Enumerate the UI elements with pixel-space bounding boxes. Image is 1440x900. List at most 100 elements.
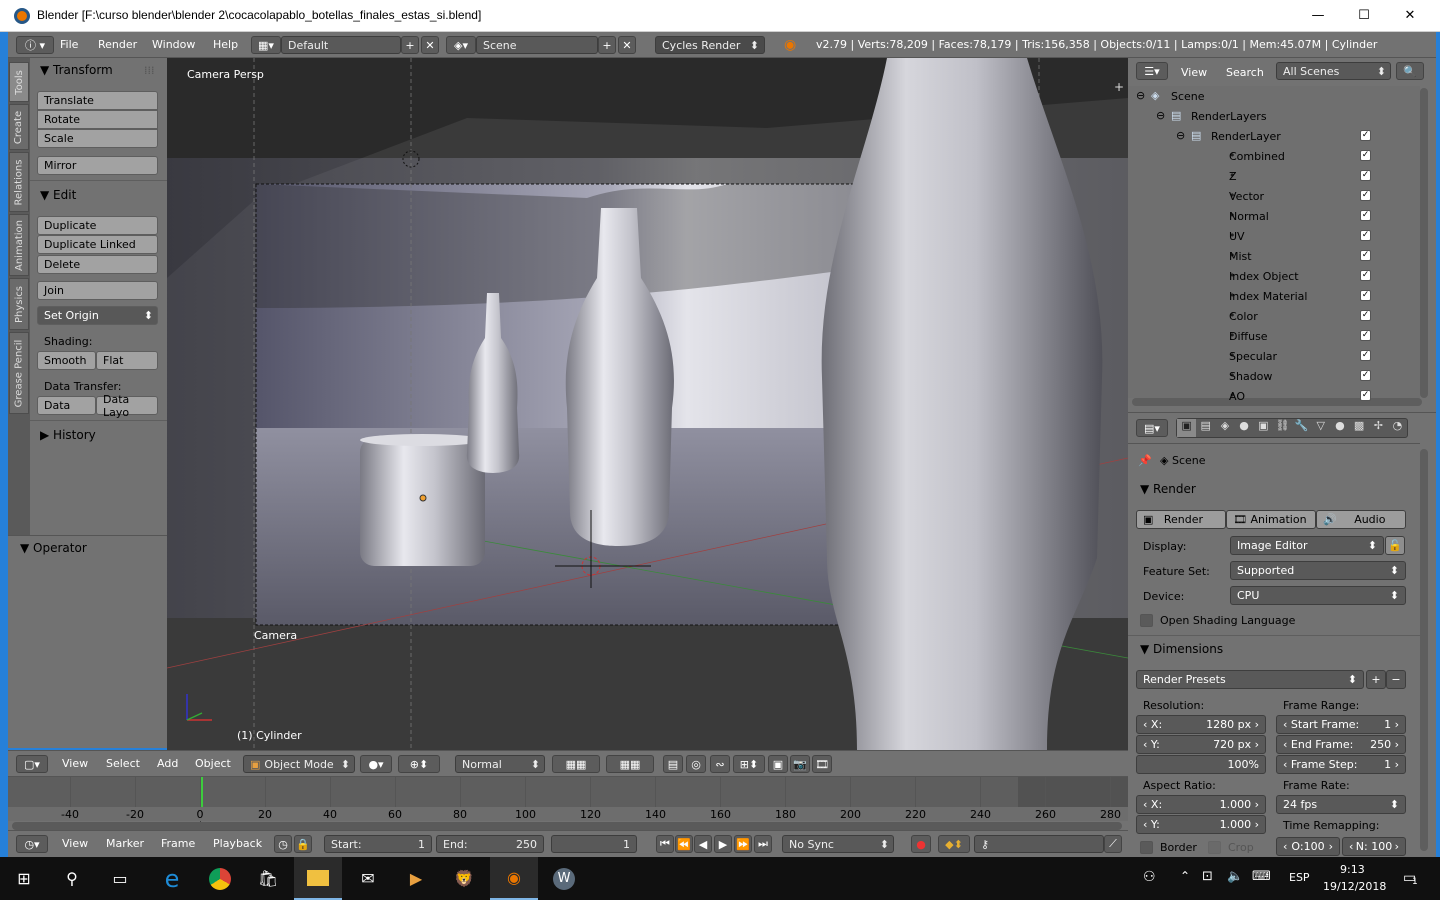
outliner-row[interactable]: • AO ✓ (1128, 386, 1420, 406)
pass-enabled-checkbox[interactable]: ✓ (1360, 370, 1371, 381)
outliner-row[interactable]: • Z ✓ (1128, 166, 1420, 186)
jump-keyframe-back-icon[interactable]: ⏪ (675, 835, 693, 853)
outliner-row[interactable]: • Specular ✓ (1128, 346, 1420, 366)
outliner-row[interactable]: • Vector ✓ (1128, 186, 1420, 206)
outliner-row[interactable]: • Combined ✓ (1128, 146, 1420, 166)
smooth-button[interactable]: Smooth (37, 351, 96, 370)
aspect-y-field[interactable]: ‹ Y: 1.000 › (1136, 815, 1266, 834)
add-preset-button[interactable]: + (1366, 670, 1386, 689)
menu-window[interactable]: Window (152, 38, 195, 51)
timeline-menu-frame[interactable]: Frame (161, 837, 195, 850)
minimize-button[interactable]: — (1295, 0, 1341, 31)
search-icon[interactable]: 🔍 (1396, 62, 1424, 80)
jump-end-icon[interactable]: ⏭ (754, 835, 772, 853)
pass-enabled-checkbox[interactable]: ✓ (1360, 310, 1371, 321)
timeline-menu-marker[interactable]: Marker (106, 837, 144, 850)
edit-panel-header[interactable]: ▼ Edit (40, 188, 76, 202)
menu-help[interactable]: Help (213, 38, 238, 51)
timeline-scrollbar[interactable] (12, 822, 1122, 830)
start-icon[interactable]: ⊞ (0, 857, 48, 900)
texture-tab-icon[interactable]: ▩ (1350, 419, 1369, 437)
lock-layers-icon[interactable]: ▤ (663, 755, 683, 773)
frame-rate-select[interactable]: 24 fps ⬍ (1276, 795, 1406, 814)
tab-tools[interactable]: Tools (9, 62, 29, 102)
pass-enabled-checkbox[interactable]: ✓ (1360, 210, 1371, 221)
add-layout-icon[interactable]: + (401, 36, 419, 54)
record-icon[interactable]: ● (911, 835, 931, 853)
display-select[interactable]: Image Editor ⬍ (1230, 536, 1384, 555)
duplicate-linked-button[interactable]: Duplicate Linked (37, 235, 158, 254)
brave-icon[interactable]: 🦁 (440, 857, 488, 900)
proportional-edit-icon[interactable]: ◎ (686, 755, 706, 773)
keyframe-insert-icon[interactable]: ⟋ (1104, 835, 1122, 853)
crop-checkbox[interactable] (1208, 841, 1221, 854)
world-tab-icon[interactable]: ● (1235, 419, 1254, 437)
remove-preset-button[interactable]: − (1386, 670, 1406, 689)
data-layout-button[interactable]: Data Layo (96, 393, 158, 419)
rotate-button[interactable]: Rotate (37, 110, 158, 129)
render-panel-header[interactable]: ▼ Render (1140, 482, 1196, 496)
lock-interface-icon[interactable]: 🔓 (1385, 536, 1405, 555)
operator-panel-header[interactable]: ▼ Operator (20, 541, 87, 555)
tray-chevron-icon[interactable]: ⌃ (1180, 869, 1190, 883)
end-frame-field[interactable]: End: 250 (436, 835, 544, 853)
render-button[interactable]: ▣ Render (1136, 510, 1226, 529)
pass-enabled-checkbox[interactable]: ✓ (1360, 390, 1371, 401)
outliner-row[interactable]: • Index Material ✓ (1128, 286, 1420, 306)
physics-tab-icon[interactable]: ◔ (1388, 419, 1407, 437)
timeline-menu-view[interactable]: View (62, 837, 88, 850)
set-origin-select[interactable]: Set Origin ⬍ (37, 306, 158, 325)
osl-checkbox[interactable] (1140, 614, 1153, 627)
data-tab-icon[interactable]: ▽ (1311, 419, 1330, 437)
snap-target-icon[interactable]: ⊞⬍ (733, 755, 765, 773)
current-frame-field[interactable]: 1 (551, 835, 637, 853)
timeline-menu-playback[interactable]: Playback (213, 837, 262, 850)
start-frame-field[interactable]: Start: 1 (324, 835, 432, 853)
add-scene-icon[interactable]: + (598, 36, 616, 54)
pass-enabled-checkbox[interactable]: ✓ (1360, 270, 1371, 281)
clock-date[interactable]: 19/12/2018 (1323, 880, 1386, 893)
audio-button[interactable]: 🔊 Audio (1316, 510, 1406, 529)
task-view-icon[interactable]: ▭ (96, 857, 144, 900)
wacom-icon[interactable]: W (540, 857, 588, 900)
translate-button[interactable]: Translate (37, 91, 158, 110)
constraints-tab-icon[interactable]: ⛓ (1273, 419, 1292, 437)
preview-range-icon[interactable]: ◷ (274, 835, 292, 853)
start-frame-field[interactable]: ‹ Start Frame: 1 › (1276, 715, 1406, 734)
transform-panel-header[interactable]: ▼ Transform (40, 63, 113, 77)
mail-icon[interactable]: ✉ (344, 857, 392, 900)
end-frame-field[interactable]: ‹ End Frame: 250 › (1276, 735, 1406, 754)
render-layers-tab-icon[interactable]: ▤ (1196, 419, 1215, 437)
scene-icon[interactable]: ◈▾ (446, 36, 476, 54)
expand-icon[interactable]: ⊖ (1136, 89, 1145, 102)
render-engine-select[interactable]: Cycles Render ⬍ (655, 36, 765, 54)
modifiers-tab-icon[interactable]: 🔧 (1292, 419, 1311, 437)
menu-file[interactable]: File (60, 38, 78, 51)
network-icon[interactable]: ⊡ (1202, 869, 1213, 884)
properties-toggle-icon[interactable]: + (1114, 80, 1124, 94)
scene-field[interactable]: Scene (476, 36, 598, 54)
remove-layout-icon[interactable]: ✕ (421, 36, 439, 54)
layout-icon[interactable]: ▦▾ (251, 36, 281, 54)
editor-type-button[interactable]: ▤▾ (1136, 419, 1168, 437)
menu-select[interactable]: Select (106, 757, 140, 770)
close-button[interactable]: ✕ (1387, 0, 1433, 31)
particles-tab-icon[interactable]: ✢ (1369, 419, 1388, 437)
layers-left-icon[interactable]: ▦▦ (552, 755, 600, 773)
flat-button[interactable]: Flat (96, 351, 158, 370)
tab-grease-pencil[interactable]: Grease Pencil (9, 332, 29, 414)
keying-icon[interactable]: ◆⬍ (938, 835, 970, 853)
outliner-row[interactable]: ⊖ ▤ RenderLayer ✓ (1128, 126, 1420, 146)
editor-type-button[interactable]: ☰▾ (1136, 62, 1168, 80)
language-indicator[interactable]: ESP (1289, 871, 1310, 884)
3d-viewport[interactable]: Camera Persp Camera (1) Cylinder + (167, 58, 1128, 750)
resolution-x-field[interactable]: ‹ X: 1280 px › (1136, 715, 1266, 734)
history-panel-header[interactable]: ▶ History (40, 428, 96, 442)
object-tab-icon[interactable]: ▣ (1254, 419, 1273, 437)
pass-enabled-checkbox[interactable]: ✓ (1360, 230, 1371, 241)
sync-mode-select[interactable]: No Sync ⬍ (782, 835, 894, 853)
render-animation-icon[interactable]: 🎞 (812, 755, 832, 773)
tab-relations[interactable]: Relations (9, 152, 29, 212)
scene-tab-icon[interactable]: ◈ (1215, 419, 1234, 437)
clock-time[interactable]: 9:13 (1340, 863, 1365, 876)
